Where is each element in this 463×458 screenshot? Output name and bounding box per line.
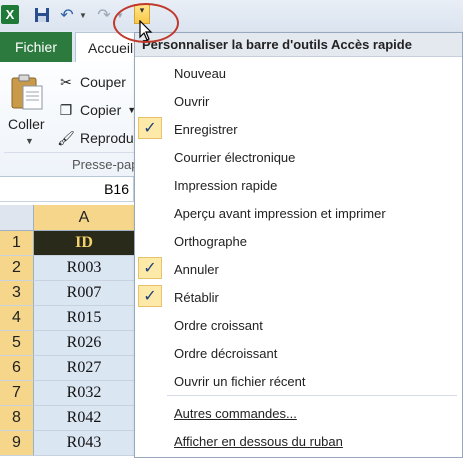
menu-item-label: Enregistrer <box>174 121 238 137</box>
save-icon[interactable] <box>33 6 51 24</box>
cell[interactable]: R015 <box>34 306 134 331</box>
menu-item-afficher-dessous[interactable]: Afficher en dessous du ruban <box>135 428 462 454</box>
menu-item-autres-commandes[interactable]: Autres commandes... <box>135 400 462 426</box>
group-divider <box>4 152 134 153</box>
menu-item-nouveau[interactable]: Nouveau <box>135 60 462 86</box>
menu-item-label: Rétablir <box>174 289 219 305</box>
select-all-corner[interactable] <box>0 205 34 231</box>
check-icon <box>138 89 162 111</box>
cell[interactable]: R027 <box>34 356 134 381</box>
menu-item-label: Aperçu avant impression et imprimer <box>174 205 386 221</box>
scissors-icon: ✂ <box>60 73 72 90</box>
check-icon <box>138 313 162 335</box>
menu-item-ordre-croissant[interactable]: Ordre croissant <box>135 312 462 338</box>
check-icon: ✓ <box>138 117 162 139</box>
menu-item-fichier-recent[interactable]: Ouvrir un fichier récent <box>135 368 462 394</box>
table-row: 3 R007 <box>0 281 134 306</box>
menu-item-label: Ouvrir <box>174 93 210 109</box>
menu-item-courrier[interactable]: Courrier électronique <box>135 144 462 170</box>
row-header[interactable]: 5 <box>0 331 34 356</box>
menu-item-label: Ordre croissant <box>174 317 263 333</box>
menu-item-label: Autres commandes... <box>174 405 297 421</box>
cell[interactable]: R003 <box>34 256 134 281</box>
row-header[interactable]: 7 <box>0 381 34 406</box>
check-icon <box>138 173 162 195</box>
menu-item-apercu[interactable]: Aperçu avant impression et imprimer <box>135 200 462 226</box>
cut-button[interactable]: ✂ Couper <box>58 73 126 91</box>
mouse-cursor-icon <box>139 19 153 42</box>
table-row: 4 R015 <box>0 306 134 331</box>
undo-icon[interactable]: ↶ <box>58 6 76 24</box>
cut-label: Couper <box>80 74 126 90</box>
check-icon: ✓ <box>138 285 162 307</box>
menu-item-retablir[interactable]: ✓ Rétablir <box>135 284 462 310</box>
sheet-rows: 1 ID 2 R003 3 R007 4 R015 5 R026 6 R027 … <box>0 231 134 456</box>
check-icon <box>138 341 162 363</box>
menu-title: Personnaliser la barre d'outils Accès ra… <box>135 33 462 57</box>
column-header-a[interactable]: A <box>34 205 134 231</box>
row-header[interactable]: 1 <box>0 231 34 256</box>
menu-item-label: Annuler <box>174 261 219 277</box>
paste-dropdown-icon[interactable]: ▼ <box>25 136 34 146</box>
cell[interactable]: ID <box>34 231 134 256</box>
menu-item-label: Courrier électronique <box>174 149 296 165</box>
cell[interactable]: R042 <box>34 406 134 431</box>
quick-access-toolbar: X ↶ ▼ ↷ ▼ ▾ <box>0 0 463 31</box>
table-row: 7 R032 <box>0 381 134 406</box>
menu-item-label: Orthographe <box>174 233 247 249</box>
menu-item-enregistrer[interactable]: ✓ Enregistrer <box>135 116 462 142</box>
redo-icon[interactable]: ↷ <box>95 6 113 24</box>
check-icon <box>138 201 162 223</box>
paste-button-label[interactable]: Coller <box>8 116 45 132</box>
tab-file[interactable]: Fichier <box>0 32 72 62</box>
menu-item-label: Ouvrir un fichier récent <box>174 373 306 389</box>
check-icon <box>138 145 162 167</box>
menu-item-annuler[interactable]: ✓ Annuler <box>135 256 462 282</box>
row-header[interactable]: 2 <box>0 256 34 281</box>
menu-item-impression-rapide[interactable]: Impression rapide <box>135 172 462 198</box>
table-row: 6 R027 <box>0 356 134 381</box>
table-row: 8 R042 <box>0 406 134 431</box>
undo-dropdown-icon[interactable]: ▼ <box>78 6 88 24</box>
menu-item-label: Ordre décroissant <box>174 345 278 361</box>
cell[interactable]: R026 <box>34 331 134 356</box>
excel-icon[interactable]: X <box>1 5 19 24</box>
row-header[interactable]: 6 <box>0 356 34 381</box>
check-icon <box>138 61 162 83</box>
paste-icon[interactable] <box>10 72 44 110</box>
copy-icon: ❐ <box>59 101 73 118</box>
check-icon <box>138 369 162 391</box>
menu-item-label: Afficher en dessous du ruban <box>174 433 343 449</box>
row-header[interactable]: 3 <box>0 281 34 306</box>
menu-separator <box>167 395 457 396</box>
cell[interactable]: R043 <box>34 431 134 456</box>
check-icon: ✓ <box>138 257 162 279</box>
customize-qat-menu: Personnaliser la barre d'outils Accès ra… <box>134 32 463 458</box>
menu-item-label: Nouveau <box>174 65 227 81</box>
copy-button[interactable]: ❐ Copier ▼ <box>58 101 136 119</box>
brush-icon: 🖌 <box>57 129 75 146</box>
table-row: 2 R003 <box>0 256 134 281</box>
table-row: 5 R026 <box>0 331 134 356</box>
menu-item-label: Impression rapide <box>174 177 278 193</box>
cell[interactable]: R007 <box>34 281 134 306</box>
table-row: 1 ID <box>0 231 134 256</box>
name-box[interactable]: B16 <box>0 177 134 201</box>
table-row: 9 R043 <box>0 431 134 456</box>
row-header[interactable]: 4 <box>0 306 34 331</box>
row-header[interactable]: 8 <box>0 406 34 431</box>
copy-label: Copier <box>80 102 122 118</box>
menu-item-orthographe[interactable]: Orthographe <box>135 228 462 254</box>
menu-item-ouvrir[interactable]: Ouvrir <box>135 88 462 114</box>
menu-item-ordre-decroissant[interactable]: Ordre décroissant <box>135 340 462 366</box>
cell[interactable]: R032 <box>34 381 134 406</box>
check-icon <box>138 229 162 251</box>
row-header[interactable]: 9 <box>0 431 34 456</box>
